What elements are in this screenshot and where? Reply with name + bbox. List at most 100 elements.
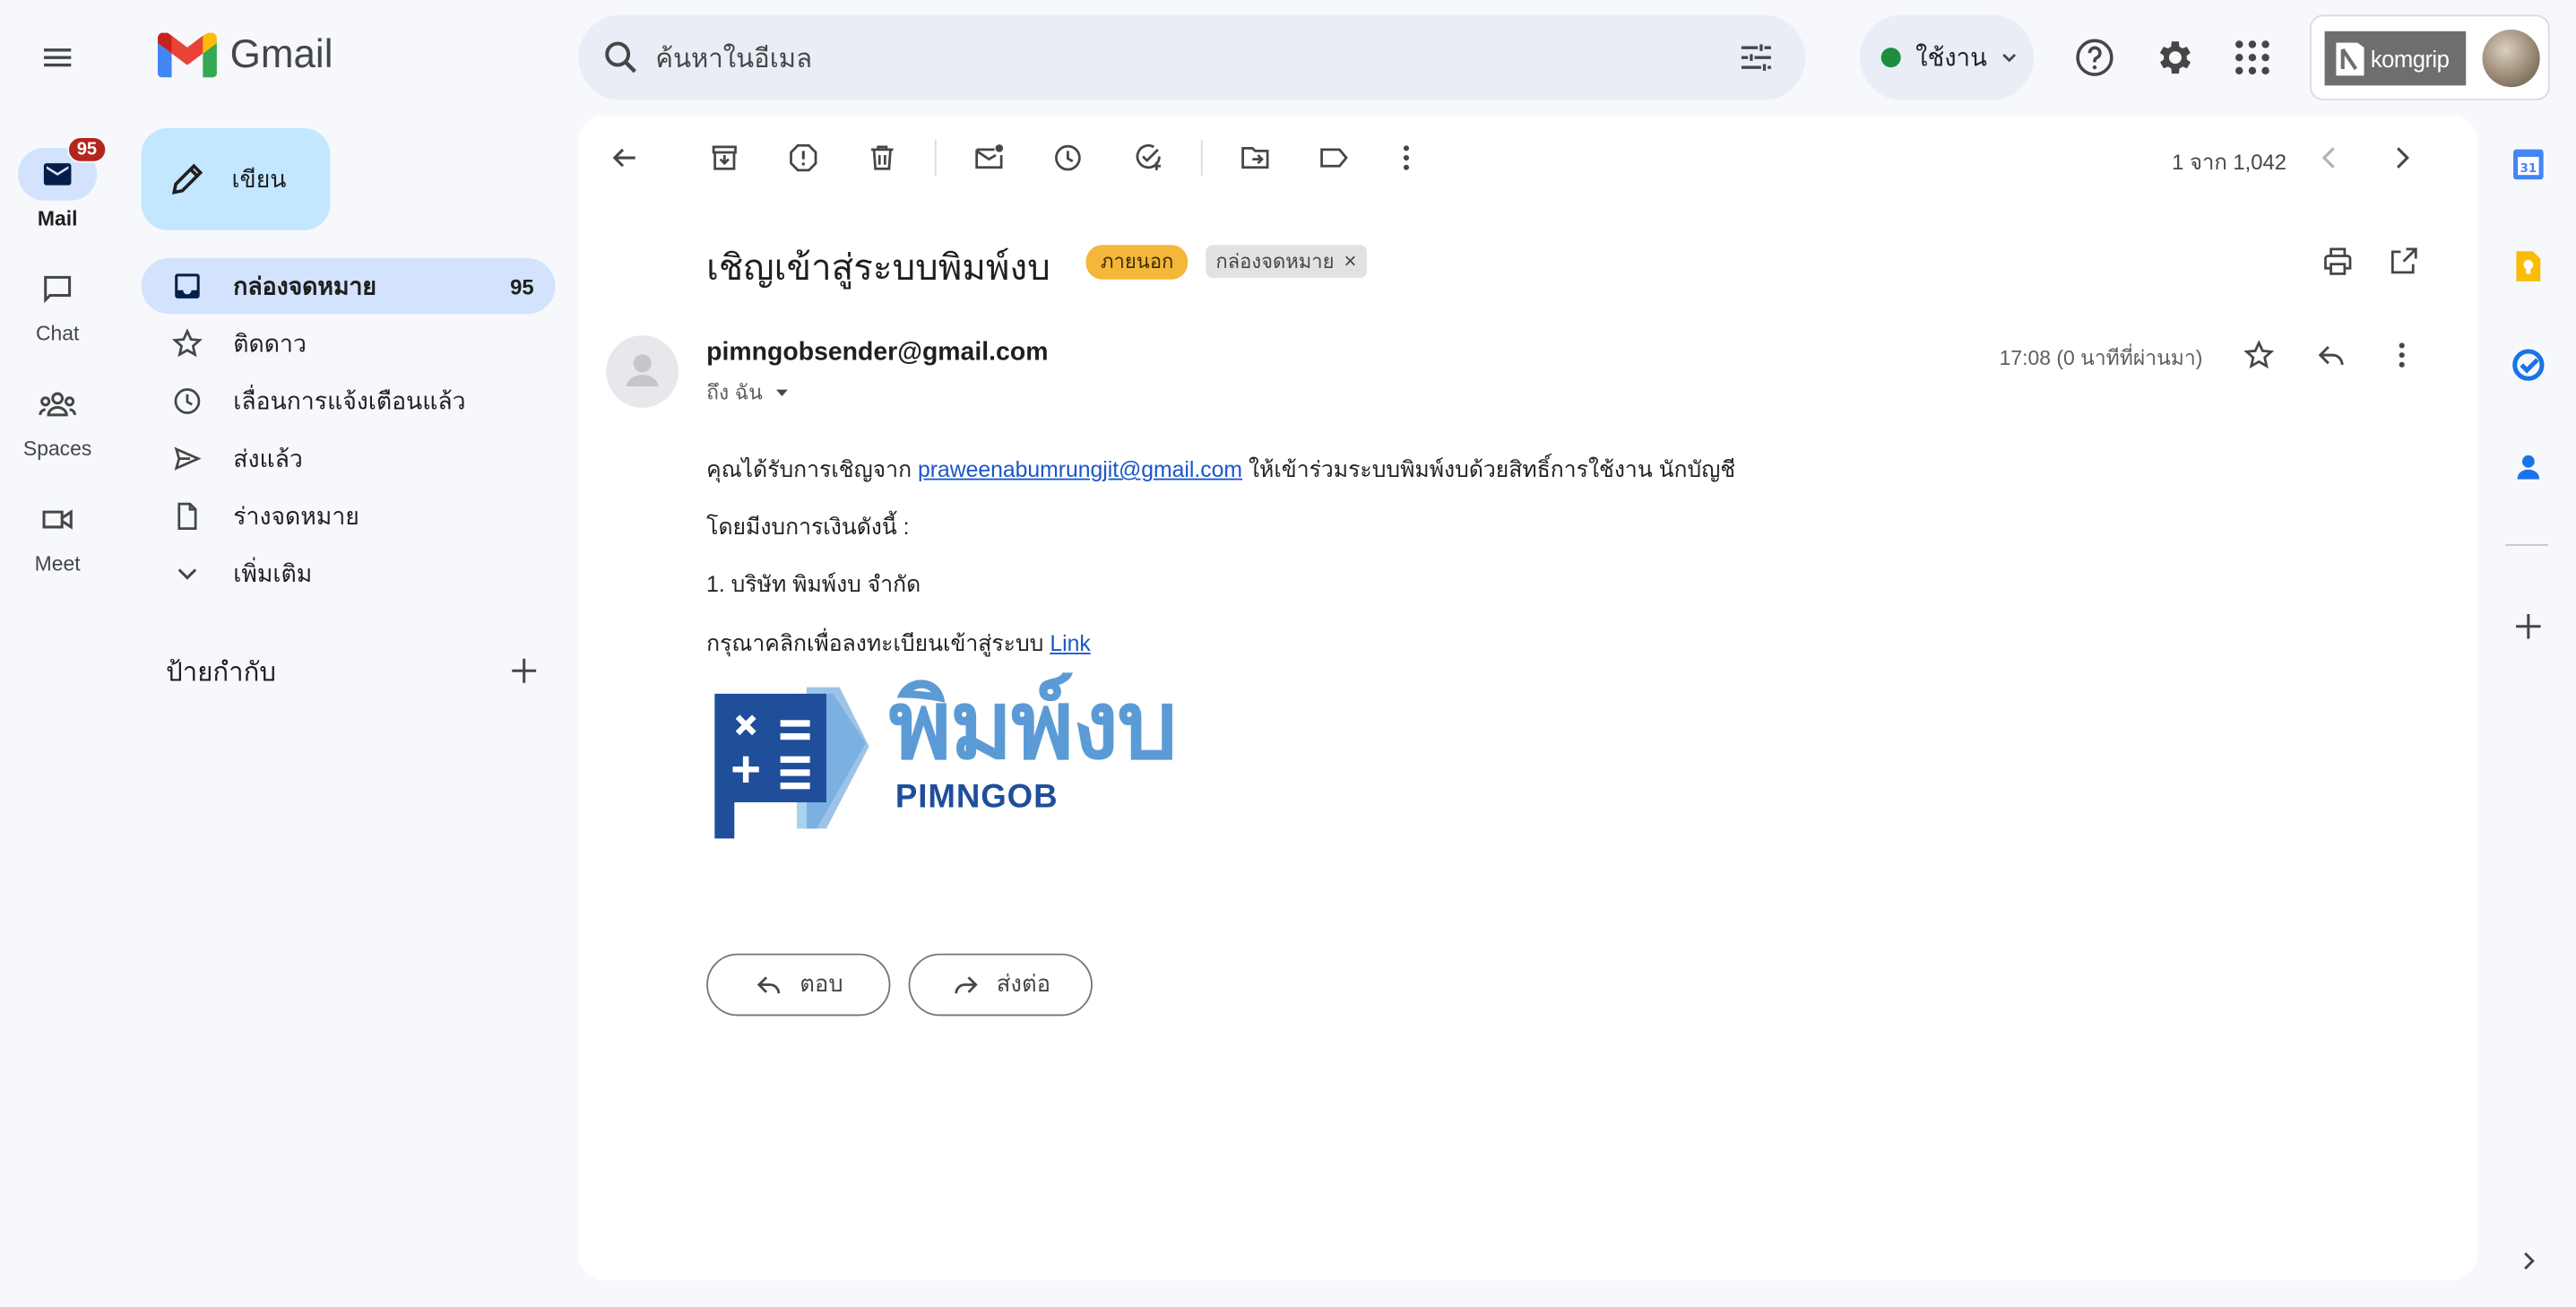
tasks-icon — [2512, 349, 2545, 381]
sidebar-item-sent[interactable]: ส่งแล้ว — [142, 430, 556, 486]
back-button[interactable] — [608, 142, 641, 175]
more-vert-icon — [2399, 342, 2405, 368]
gmail-wordmark: Gmail — [229, 32, 333, 78]
star-icon — [2243, 340, 2275, 369]
gear-icon — [2159, 41, 2191, 74]
email-time: 17:08 (0 นาทีที่ผ่านมา) — [1999, 346, 2203, 370]
forward-button[interactable]: ส่งต่อ — [908, 953, 1093, 1017]
rail-mail-label: Mail — [37, 207, 78, 230]
inbox-count: 95 — [510, 273, 534, 299]
avatar[interactable] — [2482, 30, 2540, 88]
inbox-label-chip: กล่องจดหมาย × — [1206, 245, 1367, 278]
print-icon — [2324, 247, 2352, 275]
create-label-button[interactable] — [506, 653, 542, 688]
chevron-down-icon — [177, 568, 197, 580]
mail-unread-badge: 95 — [66, 136, 108, 163]
newer-button[interactable] — [2313, 142, 2347, 175]
search-input[interactable]: ค้นหาในอีเมล — [655, 39, 812, 81]
account-switcher[interactable]: komgrip — [2310, 14, 2550, 100]
arrow-drop-down-icon — [776, 389, 789, 396]
get-addons-button[interactable] — [2509, 607, 2548, 646]
rail-spaces[interactable]: Spaces — [0, 378, 115, 461]
external-badge: ภายนอก — [1085, 245, 1189, 280]
logo-latin-wordmark: PIMNGOB — [895, 779, 1059, 816]
older-button[interactable] — [2385, 142, 2418, 175]
help-button[interactable] — [2073, 36, 2116, 79]
sidebar-item-drafts-label: ร่างจดหมาย — [233, 504, 359, 531]
contacts-app-button[interactable] — [2509, 447, 2548, 487]
status-label: ใช้งาน — [1915, 44, 1987, 73]
gmail-logo[interactable]: Gmail — [157, 32, 333, 79]
keep-icon — [2516, 251, 2541, 281]
reply-button[interactable]: ตอบ — [706, 953, 891, 1017]
main-menu-button[interactable] — [36, 39, 79, 75]
rail-chat[interactable]: Chat — [0, 263, 115, 345]
calendar-app-button[interactable]: 31 — [2509, 144, 2548, 184]
reply-icon — [756, 976, 780, 994]
tasks-app-button[interactable] — [2509, 345, 2548, 385]
print-button[interactable] — [2321, 245, 2355, 278]
sidebar-item-drafts[interactable]: ร่างจดหมาย — [142, 489, 556, 544]
register-prefix: กรุณาคลิกเพื่อลงทะเบียนเข้าสู่ระบบ — [706, 631, 1044, 656]
archive-button[interactable] — [708, 142, 741, 175]
show-side-panel-button[interactable] — [2509, 1242, 2548, 1281]
search-bar[interactable]: ค้นหาในอีเมล — [578, 14, 1806, 100]
open-new-window-button[interactable] — [2387, 245, 2420, 278]
reply-icon-button[interactable] — [2315, 339, 2348, 372]
rail-chat-label: Chat — [35, 322, 80, 346]
chevron-down-icon — [2001, 53, 2016, 63]
chevron-left-icon — [2321, 147, 2335, 169]
status-selector[interactable]: ใช้งาน — [1859, 14, 2035, 100]
apps-grid-icon — [2235, 40, 2269, 75]
inbox-label-text: กล่องจดหมาย — [1215, 249, 1335, 273]
more-options-button[interactable] — [1390, 142, 1423, 175]
compose-button[interactable]: เขียน — [141, 128, 331, 230]
sidebar-item-snoozed-label: เลื่อนการแจ้งเตือนแล้ว — [233, 388, 466, 416]
add-to-tasks-button[interactable] — [1132, 142, 1165, 175]
keep-app-button[interactable] — [2509, 247, 2548, 286]
gmail-m-icon — [157, 32, 217, 78]
rail-chat-pill — [18, 263, 97, 316]
mark-unread-icon — [975, 144, 1004, 169]
add-task-icon — [1136, 143, 1161, 170]
move-to-button[interactable] — [1239, 142, 1272, 175]
plus-icon — [512, 658, 537, 683]
side-panel-divider — [2505, 544, 2548, 546]
inviter-email-link[interactable]: praweenabumrungjit@gmail.com — [918, 457, 1242, 482]
star-button[interactable] — [2243, 339, 2276, 372]
sidebar-item-starred[interactable]: ติดดาว — [142, 316, 556, 371]
snooze-button[interactable] — [1051, 142, 1085, 175]
rail-mail[interactable]: 95 Mail — [0, 136, 115, 230]
sidebar-item-inbox[interactable]: กล่องจดหมาย 95 — [141, 257, 556, 315]
svg-text:31: 31 — [2520, 162, 2537, 176]
reply-icon — [2318, 345, 2344, 365]
message-more-button[interactable] — [2385, 339, 2418, 372]
star-icon — [171, 328, 203, 358]
chat-icon — [44, 275, 72, 304]
rail-meet[interactable]: Meet — [0, 493, 115, 576]
sidebar-item-more[interactable]: เพิ่มเติม — [142, 546, 556, 602]
apps-launcher-button[interactable] — [2235, 39, 2270, 75]
recipients-text: ถึง ฉัน — [706, 381, 763, 405]
body-company-line: 1. บริษัท พิมพ์งบ จำกัด — [706, 572, 921, 597]
more-vert-icon — [1403, 145, 1410, 170]
draft-icon — [177, 502, 197, 530]
labels-heading: ป้ายกำกับ — [166, 659, 276, 688]
labels-button[interactable] — [1318, 142, 1351, 175]
sender-email[interactable]: pimngobsender@gmail.com — [706, 339, 1048, 368]
sidebar-item-more-label: เพิ่มเติม — [233, 561, 313, 588]
remove-label-icon[interactable]: × — [1344, 245, 1357, 278]
rail-meet-label: Meet — [34, 552, 81, 576]
sidebar-item-snoozed[interactable]: เลื่อนการแจ้งเตือนแล้ว — [142, 373, 556, 428]
settings-button[interactable] — [2152, 36, 2195, 79]
report-spam-button[interactable] — [787, 142, 820, 175]
sender-avatar[interactable] — [606, 335, 679, 408]
recipients-toggle[interactable]: ถึง ฉัน — [706, 377, 792, 410]
register-link[interactable]: Link — [1050, 631, 1090, 656]
search-icon[interactable] — [601, 38, 641, 77]
sidebar-item-inbox-label: กล่องจดหมาย — [233, 273, 376, 300]
search-options-icon[interactable] — [1736, 38, 1776, 77]
mark-unread-button[interactable] — [972, 142, 1006, 175]
sidebar-item-sent-label: ส่งแล้ว — [233, 446, 303, 473]
delete-button[interactable] — [866, 142, 899, 175]
